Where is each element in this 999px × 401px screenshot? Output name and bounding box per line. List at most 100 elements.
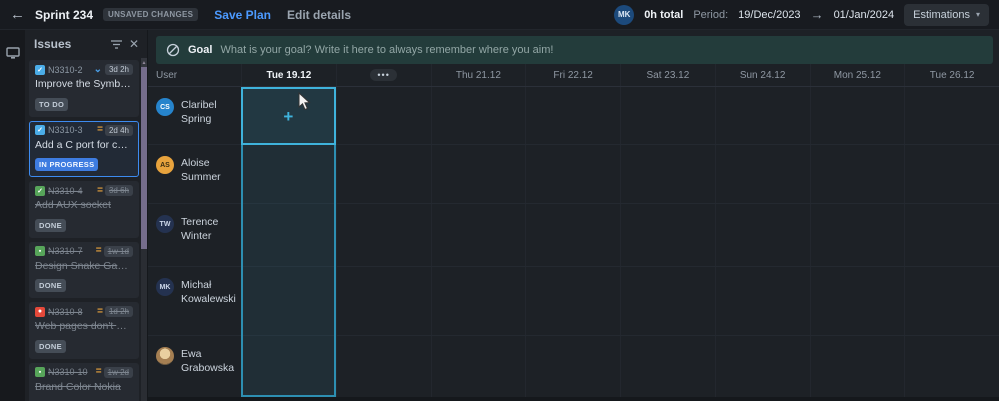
issue-key: N3310-10: [48, 367, 88, 378]
arrow-right-icon: →: [810, 7, 824, 22]
add-assignment-cell[interactable]: +: [241, 87, 336, 145]
chevron-down-icon: ▾: [975, 10, 980, 19]
schedule-cell[interactable]: [525, 336, 620, 397]
issue-card[interactable]: ▪ N3310-10 = 1w 2d Brand Color Nokia DON…: [29, 362, 139, 401]
issue-key: N3310-2: [48, 64, 83, 75]
story-type-icon: ▪: [35, 246, 45, 257]
user-row: MK Michał Kowalewski: [148, 267, 999, 336]
issue-card[interactable]: ✓ N3310-2 ⌄ 3d 2h Improve the Symbian op…: [29, 60, 139, 117]
schedule-cell[interactable]: [525, 145, 620, 203]
schedule-cell[interactable]: [904, 336, 999, 397]
schedule-cell[interactable]: [620, 336, 715, 397]
schedule-cell[interactable]: [714, 87, 810, 144]
schedule-cell[interactable]: [620, 145, 715, 203]
schedule-cell[interactable]: [430, 87, 526, 144]
issue-title: Design Snake Game on Unre...: [35, 259, 133, 272]
day-column-header[interactable]: Mon 25.12: [809, 64, 905, 86]
user-avatar[interactable]: MK: [614, 4, 635, 25]
schedule-cell[interactable]: [620, 267, 715, 335]
schedule-cell[interactable]: [525, 204, 620, 266]
schedule-cell[interactable]: [525, 87, 620, 144]
horizontal-scrollbar-track[interactable]: [148, 397, 999, 401]
schedule-cell[interactable]: [809, 336, 905, 397]
bug-type-icon: ●: [35, 306, 45, 317]
sidebar-scrollbar[interactable]: ▲: [141, 58, 147, 401]
day-column-header[interactable]: Tue 19.12: [241, 64, 336, 86]
filter-icon[interactable]: [110, 39, 122, 49]
unsaved-changes-badge: UNSAVED CHANGES: [103, 8, 199, 21]
status-badge: DONE: [35, 279, 66, 293]
schedule-cell[interactable]: [525, 267, 620, 335]
issue-card[interactable]: ✓ N3310-3 = 2d 4h Add a C port for charg…: [29, 120, 139, 178]
collapsed-day-header[interactable]: •••: [335, 64, 431, 86]
expand-day-pill[interactable]: •••: [370, 69, 397, 81]
issue-list: ✓ N3310-2 ⌄ 3d 2h Improve the Symbian op…: [25, 58, 141, 401]
goal-bar[interactable]: Goal What is your goal? Write it here to…: [156, 36, 993, 64]
schedule-cell[interactable]: [335, 87, 431, 144]
schedule-cell[interactable]: [335, 204, 431, 266]
close-icon[interactable]: ✕: [129, 37, 139, 51]
schedule-cell[interactable]: [904, 204, 999, 266]
user-cell: TW Terence Winter: [148, 204, 241, 266]
schedule-cell[interactable]: [335, 267, 431, 335]
day-column-header[interactable]: Fri 22.12: [525, 64, 620, 86]
user-row: TW Terence Winter: [148, 204, 999, 267]
schedule-cell[interactable]: [241, 336, 336, 397]
status-badge: TO DO: [35, 97, 69, 111]
priority-medium-icon: =: [97, 124, 103, 136]
schedule-cell[interactable]: [714, 204, 810, 266]
schedule-cell[interactable]: [241, 204, 336, 266]
schedule-cell[interactable]: [714, 145, 810, 203]
schedule-cell[interactable]: [620, 87, 715, 144]
day-column-header[interactable]: Thu 21.12: [430, 64, 526, 86]
period-label: Period:: [693, 8, 729, 21]
avatar: MK: [156, 278, 174, 296]
estimate-badge: 1d 2h: [104, 306, 133, 318]
issue-card[interactable]: ▪ N3310-7 = 1w 1d Design Snake Game on U…: [29, 241, 139, 299]
schedule-cell[interactable]: [809, 267, 905, 335]
back-icon[interactable]: ←: [10, 6, 25, 23]
estimate-badge: 1w 1d: [103, 245, 133, 257]
board-icon[interactable]: [5, 46, 20, 60]
schedule-cell[interactable]: [620, 204, 715, 266]
schedule-cell[interactable]: [904, 145, 999, 203]
issue-key: N3310-7: [48, 246, 83, 257]
estimations-dropdown[interactable]: Estimations ▾: [904, 3, 989, 26]
period-end-date[interactable]: 01/Jan/2024: [834, 9, 895, 21]
schedule-cell[interactable]: [241, 267, 336, 335]
user-name: Michał Kowalewski: [181, 279, 236, 305]
schedule-cell[interactable]: [335, 145, 431, 203]
issue-title: Brand Color Nokia: [35, 380, 121, 393]
status-badge: IN PROGRESS: [35, 158, 99, 172]
schedule-cell[interactable]: [809, 87, 905, 144]
schedule-cell[interactable]: [241, 145, 336, 203]
schedule-cell[interactable]: [809, 204, 905, 266]
day-column-header[interactable]: Sat 23.12: [620, 64, 715, 86]
goal-input-placeholder[interactable]: What is your goal? Write it here to alwa…: [220, 44, 553, 56]
issue-card[interactable]: ● N3310-8 = 1d 2h Web pages don't work o…: [29, 302, 139, 359]
schedule-cell[interactable]: [809, 145, 905, 203]
schedule-cell[interactable]: [430, 267, 526, 335]
schedule-cell[interactable]: [714, 267, 810, 335]
issue-card[interactable]: ✓ N3310-4 = 3d 6h Add AUX socket DONE: [29, 181, 139, 238]
schedule-cell[interactable]: [904, 267, 999, 335]
day-column-header[interactable]: Sun 24.12: [714, 64, 810, 86]
schedule-cell[interactable]: [430, 145, 526, 203]
user-cell: CS Claribel Spring: [148, 87, 241, 144]
day-column-header[interactable]: Tue 26.12: [904, 64, 999, 86]
schedule-cell[interactable]: [904, 87, 999, 144]
schedule-cell[interactable]: [430, 336, 526, 397]
goal-icon: [166, 43, 180, 57]
schedule-cell[interactable]: [430, 204, 526, 266]
issue-title: Add a C port for charging: [35, 138, 133, 151]
scroll-up-icon[interactable]: ▲: [141, 58, 147, 67]
period-start-date[interactable]: 19/Dec/2023: [738, 9, 800, 21]
schedule-cell[interactable]: [335, 336, 431, 397]
user-cell: Ewa Grabowska: [148, 336, 241, 397]
scrollbar-thumb[interactable]: [141, 67, 147, 249]
estimate-badge: 1w 2d: [103, 366, 133, 378]
issues-panel: Issues ✕ ✓ N3310-2 ⌄ 3d 2h Improve the S…: [25, 30, 148, 401]
edit-details-button[interactable]: Edit details: [287, 8, 351, 22]
save-plan-button[interactable]: Save Plan: [214, 8, 271, 22]
schedule-cell[interactable]: [714, 336, 810, 397]
